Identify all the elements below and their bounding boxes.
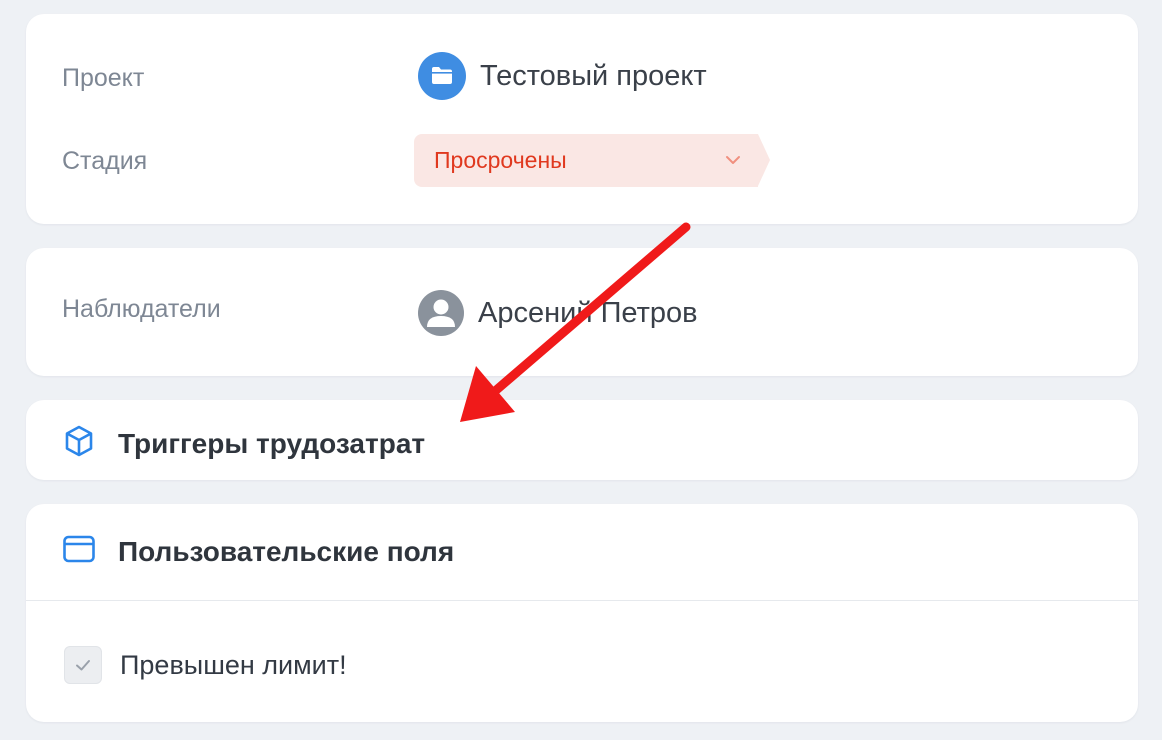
project-name: Тестовый проект (480, 59, 707, 92)
project-label: Проект (62, 64, 145, 92)
custom-field-label: Превышен лимит! (120, 649, 347, 680)
watcher-name: Арсений Петров (478, 296, 698, 329)
triggers-header[interactable]: Триггеры трудозатрат (62, 424, 425, 463)
watcher-item[interactable]: Арсений Петров (418, 290, 698, 336)
custom-fields-card: Пользовательские поля Превышен лимит! (26, 504, 1138, 722)
chevron-down-icon (724, 151, 742, 174)
project-value[interactable]: Тестовый проект (418, 52, 707, 100)
watchers-label: Наблюдатели (62, 295, 221, 323)
stage-label: Стадия (62, 147, 148, 175)
divider (26, 600, 1138, 601)
folder-icon (418, 52, 466, 100)
stage-value: Просрочены (434, 147, 567, 173)
stage-dropdown[interactable]: Просрочены (414, 134, 770, 187)
checkmark-icon (76, 660, 90, 671)
custom-field-checkbox-row[interactable]: Превышен лимит! (64, 646, 347, 684)
task-details-panel: Проект Тестовый проект Стадия Просрочены… (0, 0, 1162, 740)
window-icon (62, 534, 96, 569)
triggers-title: Триггеры трудозатрат (118, 427, 426, 459)
checkbox[interactable] (64, 646, 102, 684)
cube-icon (62, 424, 96, 463)
custom-fields-header[interactable]: Пользовательские поля (62, 534, 454, 569)
triggers-card[interactable]: Триггеры трудозатрат (26, 400, 1138, 480)
watchers-card: Наблюдатели Арсений Петров (26, 248, 1138, 376)
project-stage-card: Проект Тестовый проект Стадия Просрочены (26, 14, 1138, 224)
custom-fields-title: Пользовательские поля (118, 535, 455, 567)
user-avatar-icon (418, 290, 464, 336)
